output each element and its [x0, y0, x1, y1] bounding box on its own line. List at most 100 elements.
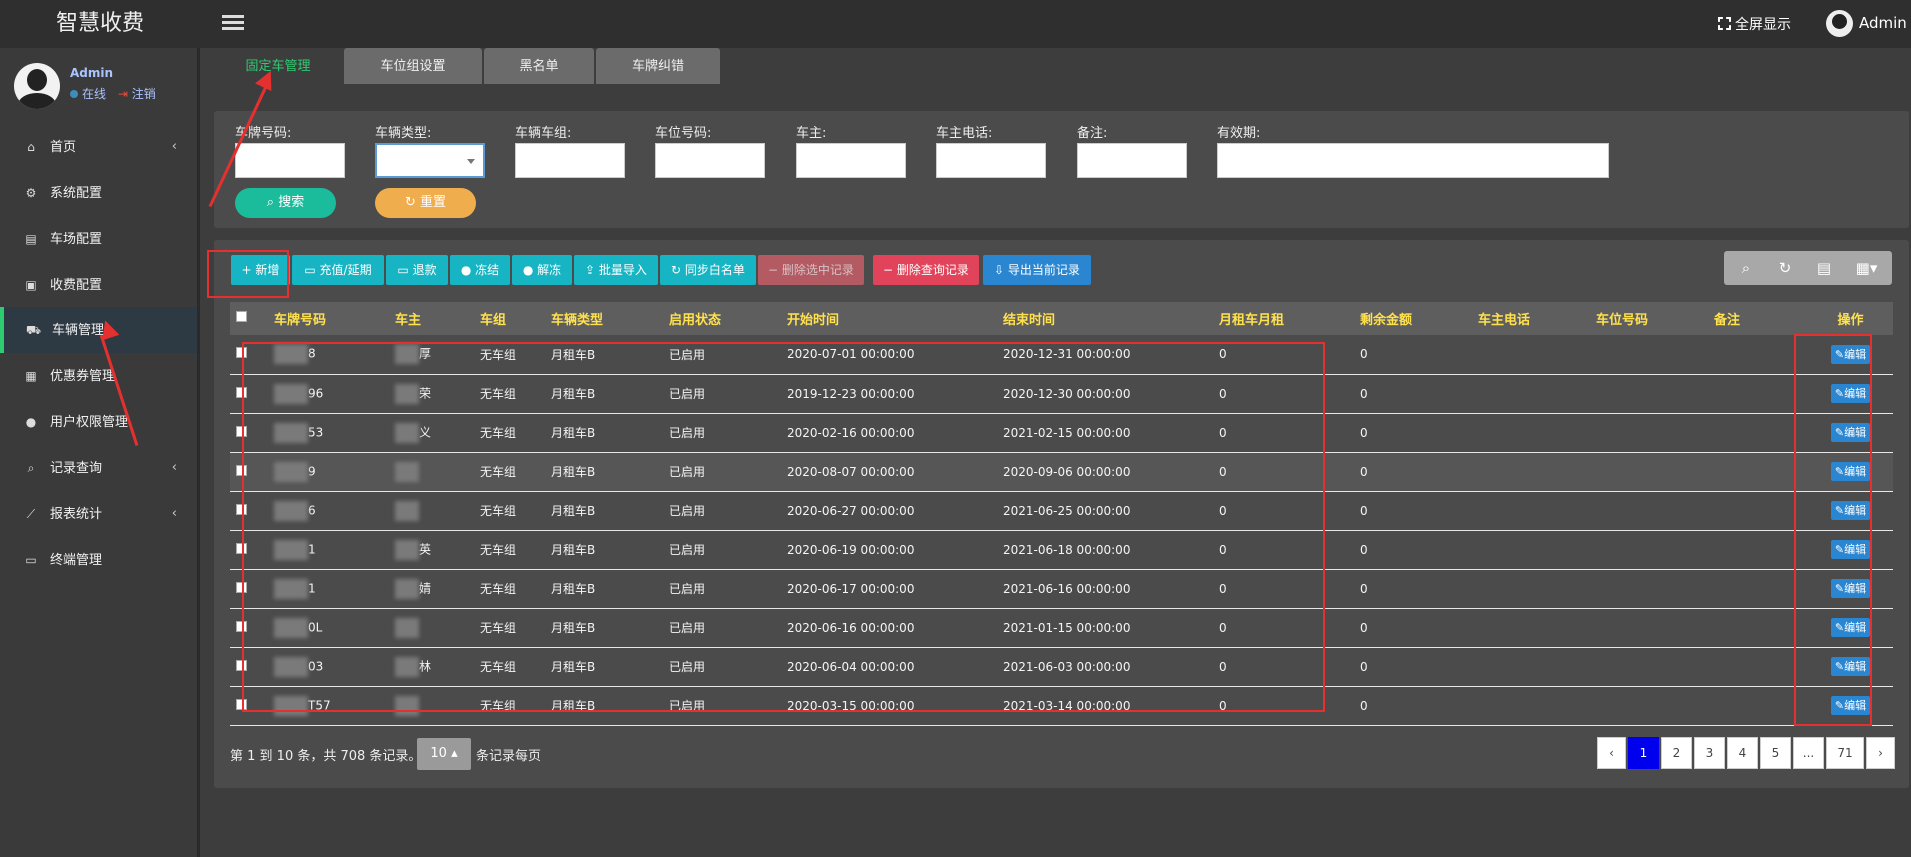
- page-size-select[interactable]: 10 ▴: [417, 738, 471, 770]
- tab-fixed-car[interactable]: 固定车管理: [214, 48, 342, 84]
- col-balance[interactable]: 剩余金额: [1354, 302, 1472, 335]
- reset-button-label: 重置: [420, 195, 447, 210]
- sidebar-item-label: 车辆管理: [52, 323, 105, 338]
- search-icon: ⌕: [27, 461, 35, 475]
- export-button[interactable]: ⇩ 导出当前记录: [983, 255, 1091, 285]
- batch-import-button[interactable]: ⇪ 批量导入: [574, 255, 658, 285]
- remark-cell: [1708, 530, 1808, 570]
- sidebar-item-3[interactable]: ▣ 收费配置: [0, 262, 197, 308]
- validity-input[interactable]: [1217, 143, 1609, 178]
- remark-label: 备注:: [1077, 126, 1108, 141]
- phone-cell: [1472, 491, 1590, 531]
- sidebar-item-0[interactable]: ⌂ 首页 ‹: [0, 124, 197, 170]
- balance-cell: 0: [1354, 647, 1472, 687]
- page-button[interactable]: 71: [1826, 737, 1864, 769]
- reset-button[interactable]: ↻ 重置: [375, 188, 476, 218]
- balance-cell: 0: [1354, 335, 1472, 375]
- space-cell: [1590, 686, 1708, 726]
- remark-cell: [1708, 608, 1808, 648]
- user-icon: ●: [25, 415, 37, 429]
- space-cell: [1590, 530, 1708, 570]
- select-all-checkbox[interactable]: [236, 311, 247, 322]
- menu-toggle-icon[interactable]: [222, 12, 244, 34]
- tab-plate-correction[interactable]: 车牌纠错: [596, 48, 720, 84]
- owner-phone-input[interactable]: [936, 143, 1046, 178]
- next-page-button[interactable]: ›: [1866, 737, 1895, 769]
- freeze-button[interactable]: ● 冻结: [450, 255, 510, 285]
- caret-up-icon: ▴: [451, 746, 458, 761]
- space-cell: [1590, 413, 1708, 453]
- page-button[interactable]: 1: [1628, 737, 1659, 769]
- refund-button[interactable]: ▭ 退款: [386, 255, 448, 285]
- tab-blacklist[interactable]: 黑名单: [484, 48, 594, 84]
- vehicle-type-select[interactable]: [375, 143, 485, 178]
- search-button[interactable]: ⌕ 搜索: [235, 188, 336, 218]
- phone-cell: [1472, 608, 1590, 648]
- tab-space-group[interactable]: 车位组设置: [344, 48, 482, 84]
- logout-link[interactable]: 注销: [132, 87, 156, 101]
- col-owner[interactable]: 车主: [389, 302, 474, 335]
- money-icon: ▭: [304, 263, 320, 277]
- space-number-input[interactable]: [655, 143, 765, 178]
- owner-input[interactable]: [796, 143, 906, 178]
- top-user-menu[interactable]: Admin: [1826, 10, 1907, 37]
- col-plate[interactable]: 车牌号码: [268, 302, 389, 335]
- col-type[interactable]: 车辆类型: [545, 302, 663, 335]
- validity-label: 有效期:: [1217, 126, 1261, 141]
- sidebar-item-9[interactable]: ▭ 终端管理: [0, 537, 197, 583]
- col-phone[interactable]: 车主电话: [1472, 302, 1590, 335]
- top-user-name: Admin: [1859, 14, 1907, 32]
- chevron-left-icon: ‹: [171, 460, 177, 475]
- sidebar-item-8[interactable]: ⟋ 报表统计 ‹: [0, 491, 197, 537]
- app-title: 智慧收费: [55, 11, 144, 36]
- user-name: Admin: [70, 66, 114, 80]
- remark-input[interactable]: [1077, 143, 1187, 178]
- page-button[interactable]: 4: [1727, 737, 1758, 769]
- refund-label: 退款: [412, 263, 437, 277]
- money-icon: ▣: [25, 278, 37, 292]
- col-status[interactable]: 启用状态: [663, 302, 781, 335]
- chevron-left-icon: ‹: [171, 139, 177, 154]
- delete-selected-button[interactable]: − 删除选中记录: [758, 255, 864, 285]
- sidebar-item-7[interactable]: ⌕ 记录查询 ‹: [0, 445, 197, 491]
- sidebar-item-2[interactable]: ▤ 车场配置: [0, 216, 197, 262]
- col-group[interactable]: 车组: [474, 302, 545, 335]
- sidebar-item-label: 报表统计: [50, 507, 103, 522]
- col-space[interactable]: 车位号码: [1590, 302, 1708, 335]
- prev-page-button[interactable]: ‹: [1597, 737, 1626, 769]
- list-view-icon[interactable]: ▤: [1804, 251, 1844, 285]
- col-end[interactable]: 结束时间: [997, 302, 1213, 335]
- file-icon: ▤: [25, 232, 37, 246]
- page-button[interactable]: 5: [1760, 737, 1791, 769]
- col-monthly[interactable]: 月租车月租: [1213, 302, 1354, 335]
- upload-icon: ⇪: [585, 263, 599, 277]
- col-remark[interactable]: 备注: [1708, 302, 1808, 335]
- unfreeze-button[interactable]: ● 解冻: [512, 255, 572, 285]
- search-icon: ⌕: [266, 195, 279, 210]
- fullscreen-button[interactable]: 全屏显示: [1718, 14, 1791, 34]
- search-button-label: 搜索: [278, 195, 305, 210]
- remark-cell: [1708, 452, 1808, 492]
- recharge-button[interactable]: ▭ 充值/延期: [292, 255, 384, 285]
- delete-selected-label: 删除选中记录: [781, 263, 854, 277]
- balance-cell: 0: [1354, 569, 1472, 609]
- plate-input[interactable]: [235, 143, 345, 178]
- space-cell: [1590, 608, 1708, 648]
- refresh-icon[interactable]: ↻: [1765, 251, 1805, 285]
- search-icon[interactable]: ⌕: [1726, 251, 1766, 285]
- space-cell: [1590, 491, 1708, 531]
- sidebar-item-5[interactable]: ▦ 优惠券管理: [0, 353, 197, 399]
- vehicle-group-input[interactable]: [515, 143, 625, 178]
- page-button[interactable]: 3: [1694, 737, 1725, 769]
- page-ellipsis: ...: [1793, 737, 1824, 769]
- page-button[interactable]: 2: [1661, 737, 1692, 769]
- select-all-cell[interactable]: [230, 302, 268, 335]
- sidebar-item-1[interactable]: ⚙ 系统配置: [0, 170, 197, 216]
- delete-query-button[interactable]: − 删除查询记录: [873, 255, 979, 285]
- col-start[interactable]: 开始时间: [781, 302, 997, 335]
- sidebar-item-6[interactable]: ● 用户权限管理: [0, 399, 197, 445]
- sync-whitelist-button[interactable]: ↻ 同步白名单: [660, 255, 756, 285]
- remark-cell: [1708, 491, 1808, 531]
- remark-cell: [1708, 374, 1808, 414]
- columns-icon[interactable]: ▦▾: [1843, 251, 1890, 285]
